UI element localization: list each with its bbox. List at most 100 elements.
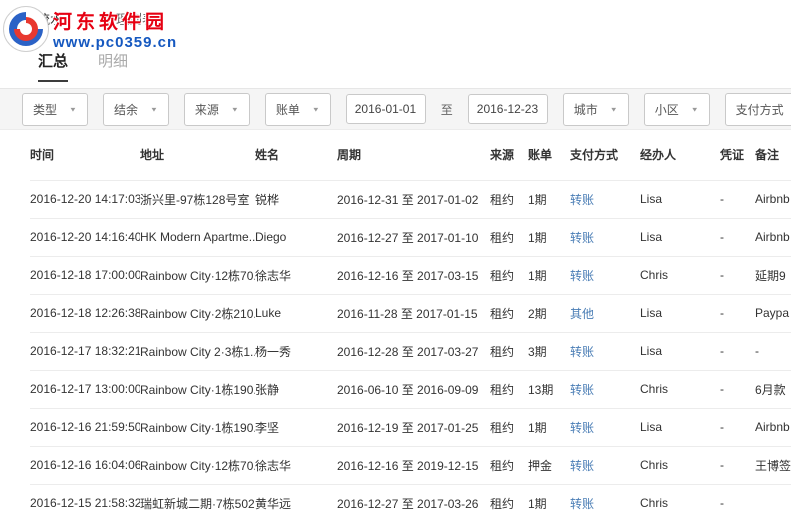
column-header: 凭证: [720, 130, 755, 180]
cell-source: 租约: [490, 218, 528, 256]
cell-remark: Paypa: [755, 294, 791, 332]
cell-time: 2016-12-15 21:58:32: [30, 484, 140, 521]
table-row[interactable]: 2016-12-15 21:58:32瑞虹新城二期·7栋502...黄华远201…: [30, 484, 791, 521]
filter-source-dropdown[interactable]: 来源 ▼: [184, 93, 250, 126]
filter-type-dropdown[interactable]: 类型 ▼: [22, 93, 88, 126]
cell-source: 租约: [490, 484, 528, 521]
cell-name: 锐桦: [255, 180, 337, 218]
chevron-down-icon: ▼: [610, 105, 618, 112]
cell-payment: 转账: [570, 332, 640, 370]
cell-period: 2016-12-31 至 2017-01-02: [337, 180, 490, 218]
chevron-down-icon: ▼: [150, 105, 158, 112]
cell-remark: Airbnb: [755, 218, 791, 256]
cell-payment: 转账: [570, 408, 640, 446]
cell-period: 2016-12-27 至 2017-01-10: [337, 218, 490, 256]
date-to-input[interactable]: 2016-12-23: [468, 94, 548, 124]
table-row[interactable]: 2016-12-17 18:32:21Rainbow City 2·3栋1...…: [30, 332, 791, 370]
cell-period: 2016-12-16 至 2017-03-15: [337, 256, 490, 294]
cell-bill: 1期: [528, 180, 570, 218]
cell-period: 2016-06-10 至 2016-09-09: [337, 370, 490, 408]
cell-payment: 转账: [570, 180, 640, 218]
table-row[interactable]: 2016-12-16 16:04:06Rainbow City·12栋70...…: [30, 446, 791, 484]
cell-name: 张静: [255, 370, 337, 408]
cell-period: 2016-12-27 至 2017-03-26: [337, 484, 490, 521]
table-row[interactable]: 2016-12-20 14:16:40HK Modern Apartme...D…: [30, 218, 791, 256]
filter-community-dropdown[interactable]: 小区 ▼: [644, 93, 710, 126]
cell-time: 2016-12-18 12:26:38: [30, 294, 140, 332]
app-logo-icon: [14, 11, 27, 25]
cell-period: 2016-12-16 至 2019-12-15: [337, 446, 490, 484]
cell-name: 徐志华: [255, 256, 337, 294]
chevron-down-icon: ▼: [69, 105, 77, 112]
filter-bill-dropdown[interactable]: 账单 ▼: [265, 93, 331, 126]
date-range-separator: 至: [441, 101, 453, 118]
cell-time: 2016-12-20 14:16:40: [30, 218, 140, 256]
cell-address: Rainbow City·1栋190...: [140, 370, 255, 408]
nav-tab-flows[interactable]: 流水: [37, 9, 63, 28]
table-row[interactable]: 2016-12-16 21:59:50Rainbow City·1栋190...…: [30, 408, 791, 446]
cell-voucher: -: [720, 370, 755, 408]
cell-payment: 转账: [570, 446, 640, 484]
cell-voucher: -: [720, 256, 755, 294]
cell-name: 李坚: [255, 408, 337, 446]
table-row[interactable]: 2016-12-18 17:00:00Rainbow City·12栋70...…: [30, 256, 791, 294]
cell-address: Rainbow City·1栋190...: [140, 408, 255, 446]
cell-source: 租约: [490, 332, 528, 370]
top-nav: 流水 管理列表: [0, 0, 791, 28]
filter-community-label: 小区: [655, 101, 679, 118]
filter-payment-method-label: 支付方式: [736, 101, 784, 118]
cell-time: 2016-12-17 13:00:00: [30, 370, 140, 408]
cell-time: 2016-12-16 16:04:06: [30, 446, 140, 484]
filter-city-dropdown[interactable]: 城市 ▼: [563, 93, 629, 126]
column-header: 账单: [528, 130, 570, 180]
cell-payment: 转账: [570, 256, 640, 294]
cell-payment: 转账: [570, 218, 640, 256]
table-row[interactable]: 2016-12-17 13:00:00Rainbow City·1栋190...…: [30, 370, 791, 408]
cell-remark: 王博签: [755, 446, 791, 484]
filter-bar: 类型 ▼ 结余 ▼ 来源 ▼ 账单 ▼ 2016-01-01 至 2016-12…: [0, 88, 791, 130]
cell-voucher: -: [720, 446, 755, 484]
cell-address: 浙兴里-97栋128号室: [140, 180, 255, 218]
cell-remark: [755, 484, 791, 521]
date-from-input[interactable]: 2016-01-01: [346, 94, 426, 124]
cell-time: 2016-12-17 18:32:21: [30, 332, 140, 370]
cell-voucher: -: [720, 294, 755, 332]
chevron-down-icon: ▼: [691, 105, 699, 112]
nav-tab-management-list[interactable]: 管理列表: [103, 9, 155, 28]
cell-voucher: -: [720, 218, 755, 256]
cell-name: Luke: [255, 294, 337, 332]
tab-detail[interactable]: 明细: [98, 50, 128, 80]
column-header: 周期: [337, 130, 490, 180]
column-header: 姓名: [255, 130, 337, 180]
table-header-row: 时间地址姓名周期来源账单支付方式经办人凭证备注: [30, 130, 791, 180]
cell-source: 租约: [490, 408, 528, 446]
chevron-down-icon: ▼: [231, 105, 239, 112]
filter-payment-method-dropdown[interactable]: 支付方式 ▼: [725, 93, 791, 126]
cell-address: Rainbow City·12栋70...: [140, 256, 255, 294]
column-header: 时间: [30, 130, 140, 180]
cell-agent: Lisa: [640, 332, 720, 370]
cell-bill: 1期: [528, 408, 570, 446]
cell-agent: Chris: [640, 370, 720, 408]
cell-payment: 转账: [570, 370, 640, 408]
transactions-table: 时间地址姓名周期来源账单支付方式经办人凭证备注 2016-12-20 14:17…: [0, 130, 791, 521]
cell-name: 黄华远: [255, 484, 337, 521]
cell-voucher: -: [720, 484, 755, 521]
tab-summary[interactable]: 汇总: [38, 50, 68, 82]
cell-payment: 转账: [570, 484, 640, 521]
cell-voucher: -: [720, 408, 755, 446]
cell-address: Rainbow City·2栋210...: [140, 294, 255, 332]
cell-agent: Chris: [640, 446, 720, 484]
filter-balance-dropdown[interactable]: 结余 ▼: [103, 93, 169, 126]
cell-remark: Airbnb: [755, 408, 791, 446]
cell-bill: 1期: [528, 218, 570, 256]
column-header: 备注: [755, 130, 791, 180]
cell-time: 2016-12-16 21:59:50: [30, 408, 140, 446]
column-header: 地址: [140, 130, 255, 180]
cell-bill: 2期: [528, 294, 570, 332]
table-row[interactable]: 2016-12-20 14:17:03浙兴里-97栋128号室锐桦2016-12…: [30, 180, 791, 218]
cell-source: 租约: [490, 256, 528, 294]
table-row[interactable]: 2016-12-18 12:26:38Rainbow City·2栋210...…: [30, 294, 791, 332]
cell-agent: Lisa: [640, 180, 720, 218]
cell-time: 2016-12-18 17:00:00: [30, 256, 140, 294]
